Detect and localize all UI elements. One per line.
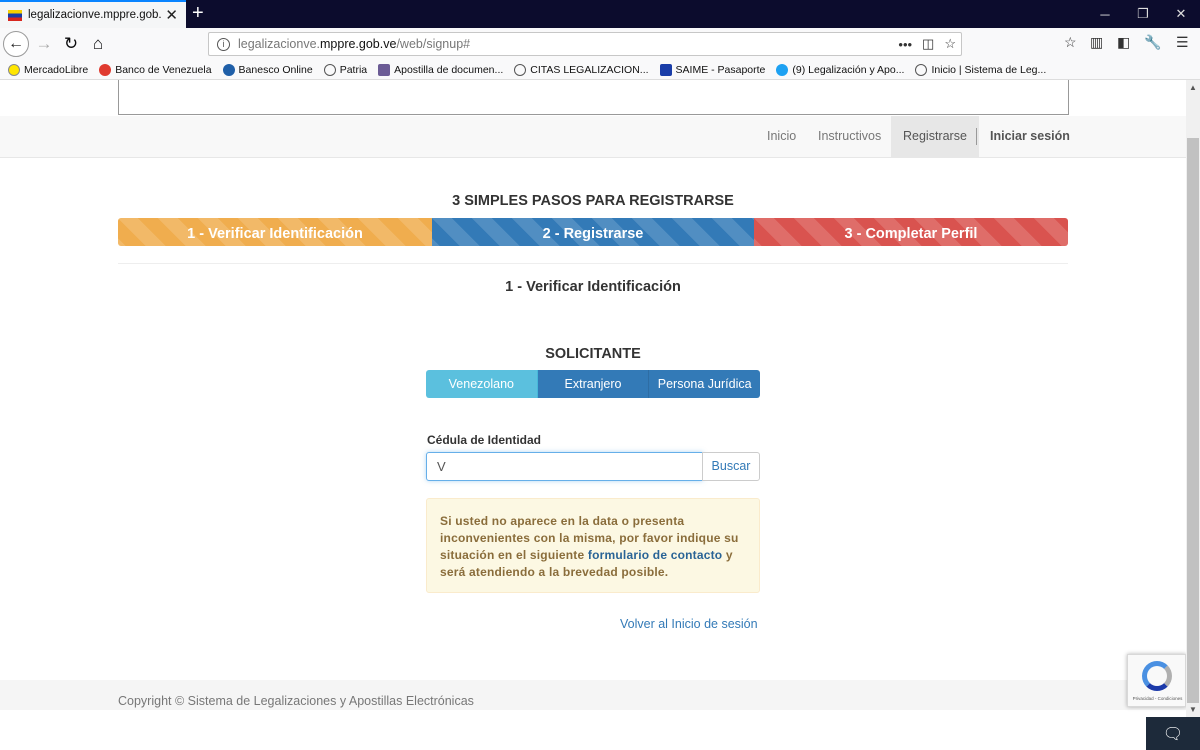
step-2-bar: 2 - Registrarse — [432, 218, 754, 246]
twitter-icon — [776, 63, 789, 76]
extension-icon[interactable]: 🔧 — [1144, 34, 1161, 51]
venezolano-button[interactable]: Venezolano — [426, 370, 538, 398]
close-window-icon[interactable]: ✕ — [1162, 0, 1200, 28]
restore-icon[interactable]: ❐ — [1124, 0, 1162, 28]
copyright-text: Copyright © Sistema de Legalizaciones y … — [118, 694, 474, 708]
bookmark-item[interactable]: Inicio | Sistema de Leg... — [915, 63, 1046, 76]
bookmark-item[interactable]: CITAS LEGALIZACION... — [514, 63, 649, 76]
sidebar-icon[interactable]: ◧ — [1117, 34, 1130, 51]
library-icon[interactable]: ▥ — [1090, 34, 1103, 51]
recaptcha-icon — [1142, 661, 1172, 691]
header-banner-box — [118, 80, 1069, 115]
warning-alert: Si usted no aparece en la data o present… — [426, 498, 760, 593]
recaptcha-terms[interactable]: Privacidad - Condiciones — [1130, 696, 1185, 701]
reload-icon: ↻ — [63, 34, 79, 53]
pocket-icon[interactable]: ◫ — [922, 36, 934, 52]
persona-juridica-button[interactable]: Persona Jurídica — [649, 370, 760, 398]
bookmark-icon — [378, 63, 391, 76]
page-viewport: Inicio Instructivos Registrarse Iniciar … — [0, 80, 1186, 750]
home-icon: ⌂ — [92, 34, 104, 53]
recaptcha-badge[interactable]: Privacidad - Condiciones — [1127, 654, 1186, 707]
steps-title: 3 SIMPLES PASOS PARA REGISTRARSE — [452, 193, 734, 209]
bookmark-item[interactable]: SAIME - Pasaporte — [659, 63, 765, 76]
globe-icon — [915, 63, 928, 76]
bookmark-item[interactable]: Banco de Venezuela — [99, 63, 212, 76]
bookmarks-star-icon[interactable]: ☆ — [1064, 34, 1077, 51]
site-navbar: Inicio Instructivos Registrarse Iniciar … — [0, 116, 1186, 158]
flag-favicon-icon — [8, 9, 22, 21]
solicitante-title: SOLICITANTE — [545, 346, 641, 362]
url-bar[interactable]: i legalizacionve.mppre.gob.ve/web/signup… — [208, 32, 962, 56]
step-3-bar: 3 - Completar Perfil — [754, 218, 1068, 246]
new-tab-button[interactable]: + — [192, 2, 204, 24]
nav-iniciar-sesion[interactable]: Iniciar sesión — [978, 116, 1082, 157]
bookmark-icon — [659, 63, 672, 76]
reload-button[interactable]: ↻ — [57, 30, 85, 58]
cedula-input[interactable] — [426, 452, 703, 481]
extranjero-button[interactable]: Extranjero — [537, 370, 650, 398]
cedula-label: Cédula de Identidad — [427, 433, 542, 447]
url-text: legalizacionve.mppre.gob.ve/web/signup# — [238, 37, 471, 51]
browser-tab[interactable]: legalizacionve.mppre.gob.ve/w ✕ — [0, 0, 186, 28]
globe-icon — [514, 63, 527, 76]
star-bookmark-icon[interactable]: ☆ — [944, 36, 956, 52]
tab-title: legalizacionve.mppre.gob.ve/w — [28, 9, 162, 21]
nav-inicio[interactable]: Inicio — [755, 116, 808, 157]
menu-hamburger-icon[interactable]: ☰ — [1176, 34, 1189, 51]
bookmark-item[interactable]: (9) Legalización y Apo... — [776, 63, 904, 76]
bookmark-item[interactable]: Patria — [323, 63, 367, 76]
applicant-type-group: Venezolano Extranjero Persona Jurídica — [426, 370, 760, 398]
current-step-heading: 1 - Verificar Identificación — [505, 279, 681, 295]
bookmarks-bar: MercadoLibre Banco de Venezuela Banesco … — [0, 60, 1200, 80]
notification-icon[interactable]: 🗨 — [1146, 717, 1200, 750]
back-button[interactable]: ← — [3, 31, 29, 57]
contact-form-link[interactable]: formulario de contacto — [588, 548, 722, 562]
nav-registrarse[interactable]: Registrarse — [891, 116, 979, 157]
buscar-button[interactable]: Buscar — [702, 452, 760, 481]
scrollbar-thumb[interactable] — [1187, 138, 1199, 703]
bookmark-item[interactable]: Banesco Online — [222, 63, 313, 76]
info-icon[interactable]: i — [217, 37, 230, 51]
scroll-down-icon[interactable]: ▼ — [1186, 703, 1200, 717]
steps-progress: 1 - Verificar Identificación 2 - Registr… — [118, 218, 1068, 246]
divider — [118, 263, 1068, 264]
scroll-up-icon[interactable]: ▲ — [1186, 81, 1200, 95]
bookmark-icon — [8, 63, 20, 76]
arrow-right-icon: → — [35, 34, 53, 53]
arrow-left-icon: ← — [8, 35, 24, 52]
bookmark-icon — [99, 63, 112, 76]
close-tab-icon[interactable]: ✕ — [165, 8, 178, 23]
bookmark-item[interactable]: MercadoLibre — [8, 63, 88, 76]
minimize-icon[interactable]: ─ — [1086, 0, 1124, 28]
back-to-login-link[interactable]: Volver al Inicio de sesión — [620, 617, 758, 631]
bookmark-item[interactable]: Apostilla de documen... — [378, 63, 503, 76]
globe-icon — [323, 63, 336, 76]
page-actions-icon[interactable]: ••• — [898, 37, 912, 52]
browser-titlebar: legalizacionve.mppre.gob.ve/w ✕ + ─ ❐ ✕ — [0, 0, 1200, 28]
nav-divider — [976, 128, 977, 145]
forward-button[interactable]: → — [30, 30, 58, 58]
nav-instructivos[interactable]: Instructivos — [806, 116, 893, 157]
home-button[interactable]: ⌂ — [84, 30, 112, 58]
step-1-bar: 1 - Verificar Identificación — [118, 218, 432, 246]
bookmark-icon — [222, 63, 235, 76]
